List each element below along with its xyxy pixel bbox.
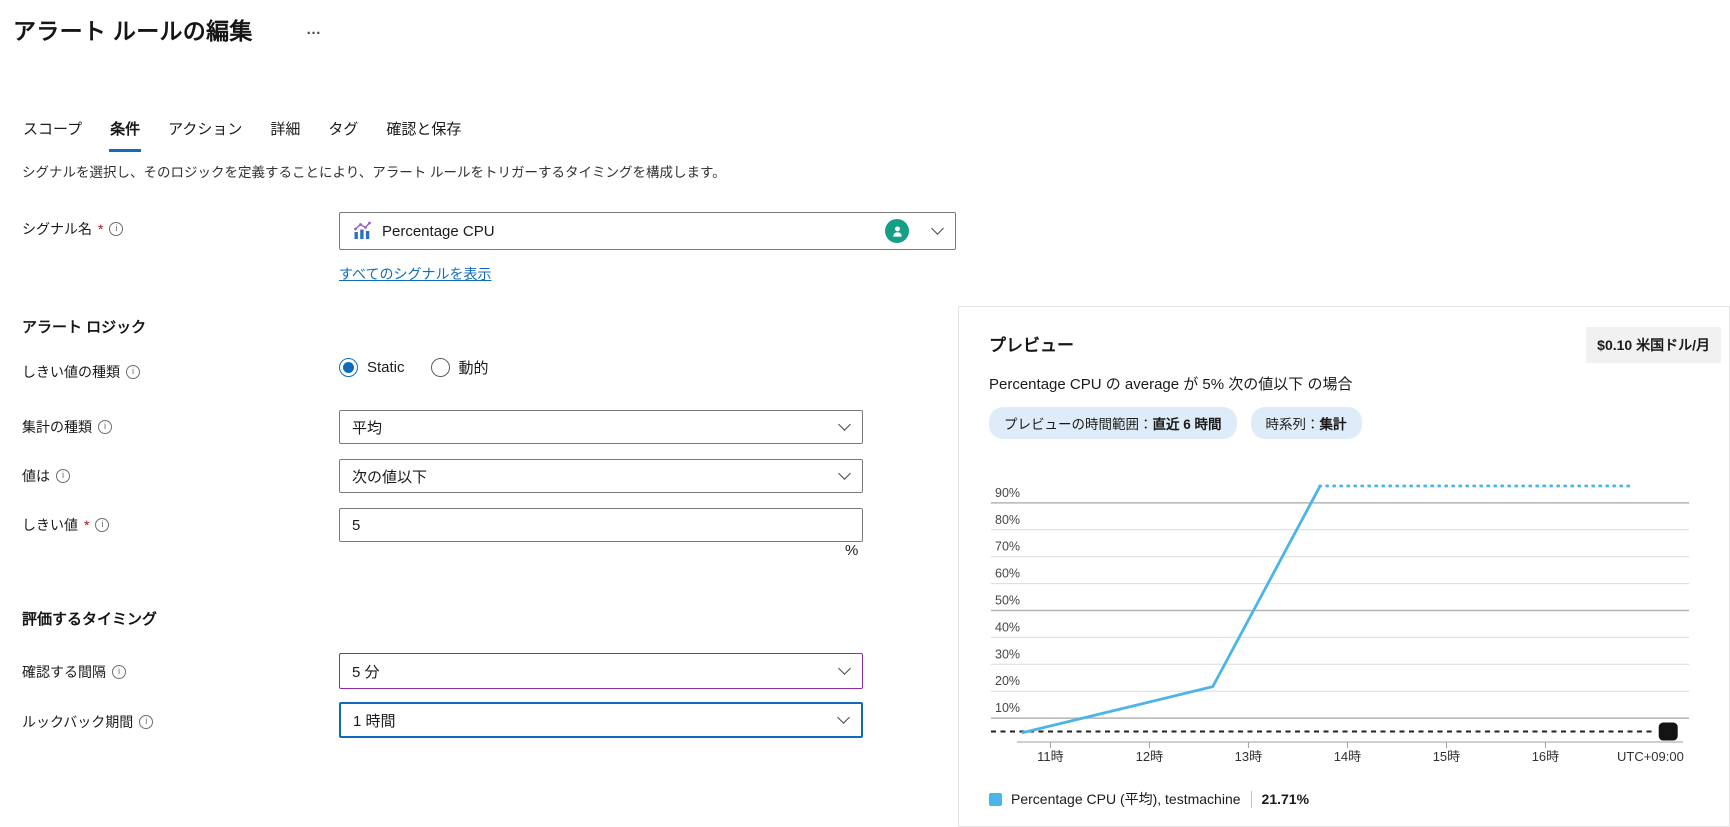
tab-review-create[interactable]: 確認と保存 [385, 114, 462, 152]
price-badge: $0.10 米国ドル/月 [1586, 327, 1721, 363]
operator-dropdown[interactable]: 次の値以下 [339, 459, 863, 493]
threshold-handle[interactable] [1659, 723, 1678, 741]
info-icon[interactable]: i [139, 715, 153, 729]
threshold-value-input[interactable]: 5 [339, 508, 863, 542]
threshold-type-label: しきい値の種類 i [22, 362, 140, 382]
x-axis-tick-label: 14時 [1334, 749, 1361, 764]
legend-current-value: 21.71% [1262, 791, 1309, 807]
y-axis-tick-label: 10% [995, 701, 1020, 715]
chart-legend: Percentage CPU (平均), testmachine 21.71% [989, 789, 1309, 809]
y-axis-tick-label: 40% [995, 620, 1020, 634]
signal-name-dropdown[interactable]: Percentage CPU [339, 212, 956, 250]
pill-prefix: 時系列： [1266, 417, 1320, 432]
signal-name-value: Percentage CPU [382, 223, 495, 240]
y-axis-tick-label: 90% [995, 486, 1020, 500]
info-icon[interactable]: i [95, 518, 109, 532]
radio-unselected-icon [431, 358, 450, 377]
lookback-value: 1 時間 [353, 710, 396, 731]
signal-health-icon [885, 219, 909, 243]
preview-title: プレビュー [989, 331, 1074, 356]
radio-selected-icon [339, 358, 358, 377]
legend-divider [1251, 791, 1252, 808]
aggregation-label-text: 集計の種類 [22, 417, 92, 437]
more-options-button[interactable]: … [306, 21, 321, 38]
y-axis-tick-label: 60% [995, 567, 1020, 581]
aggregation-label: 集計の種類 i [22, 417, 112, 437]
tab-scope[interactable]: スコープ [22, 114, 83, 152]
lookback-dropdown[interactable]: 1 時間 [339, 702, 863, 738]
pill-value: 直近 6 時間 [1153, 417, 1222, 432]
page-title: アラート ルールの編集 [13, 12, 253, 46]
y-axis-tick-label: 80% [995, 513, 1020, 527]
frequency-label: 確認する間隔 i [22, 662, 126, 682]
timezone-label: UTC+09:00 [1617, 749, 1684, 764]
signal-name-label-text: シグナル名 [22, 219, 92, 239]
tab-bar: スコープ 条件 アクション 詳細 タグ 確認と保存 [22, 114, 462, 152]
preview-chart: 10% 20% 30% 40% 50% 60% 70% 80% 90% 11時 12時 13時 14時 1… [961, 449, 1721, 779]
preview-panel: プレビュー $0.10 米国ドル/月 Percentage CPU の aver… [958, 306, 1730, 827]
y-axis-tick-label: 20% [995, 674, 1020, 688]
tab-tags[interactable]: タグ [327, 114, 359, 152]
chevron-down-icon [838, 418, 851, 431]
tab-details[interactable]: 詳細 [269, 114, 301, 152]
operator-label: 値は i [22, 466, 70, 486]
alert-logic-section-title: アラート ロジック [22, 316, 146, 337]
info-icon[interactable]: i [56, 469, 70, 483]
x-axis-tick-label: 13時 [1235, 749, 1262, 764]
time-range-pill: プレビューの時間範囲：直近 6 時間 [989, 407, 1237, 439]
lookback-label: ルックバック期間 i [22, 712, 153, 732]
show-all-signals-link[interactable]: すべてのシグナルを表示 [339, 264, 491, 284]
frequency-value: 5 分 [352, 661, 380, 682]
radio-label: 動的 [459, 357, 489, 378]
radio-option-dynamic[interactable]: 動的 [431, 357, 489, 378]
info-icon[interactable]: i [98, 420, 112, 434]
y-axis-tick-label: 70% [995, 540, 1020, 554]
info-icon[interactable]: i [126, 365, 140, 379]
required-asterisk: * [98, 221, 103, 237]
x-axis-tick-label: 16時 [1532, 749, 1559, 764]
x-axis-tick-label: 15時 [1433, 749, 1460, 764]
legend-series-label: Percentage CPU (平均), testmachine [1011, 789, 1241, 809]
chevron-down-icon [838, 467, 851, 480]
metric-signal-icon [352, 221, 372, 241]
evaluation-section-title: 評価するタイミング [22, 608, 157, 629]
pill-prefix: プレビューの時間範囲： [1004, 417, 1153, 432]
frequency-dropdown[interactable]: 5 分 [339, 653, 863, 689]
tab-condition[interactable]: 条件 [109, 114, 141, 152]
chevron-down-icon [838, 662, 851, 675]
preview-chart-container: 10% 20% 30% 40% 50% 60% 70% 80% 90% 11時 12時 13時 14時 1… [961, 449, 1721, 779]
threshold-label-text: しきい値 [22, 515, 78, 535]
legend-swatch [989, 793, 1002, 806]
operator-label-text: 値は [22, 466, 50, 486]
required-asterisk: * [84, 517, 89, 533]
frequency-label-text: 確認する間隔 [22, 662, 106, 682]
preview-pills: プレビューの時間範囲：直近 6 時間 時系列：集計 [989, 407, 1362, 439]
aggregation-dropdown[interactable]: 平均 [339, 410, 863, 444]
time-series-pill: 時系列：集計 [1251, 407, 1362, 439]
threshold-value-label: しきい値 * i [22, 515, 109, 535]
intro-text: シグナルを選択し、そのロジックを定義することにより、アラート ルールをトリガーす… [22, 161, 726, 181]
y-axis-tick-label: 50% [995, 594, 1020, 608]
x-axis-tick-label: 11時 [1037, 749, 1064, 764]
aggregation-value: 平均 [352, 417, 382, 438]
pill-value: 集計 [1320, 417, 1347, 432]
tab-actions[interactable]: アクション [167, 114, 243, 152]
x-axis-tick-label: 12時 [1136, 749, 1163, 764]
threshold-unit-label: % [845, 542, 858, 559]
threshold-type-radio-group: Static 動的 [339, 357, 489, 378]
chevron-down-icon [931, 222, 944, 235]
radio-option-static[interactable]: Static [339, 358, 405, 377]
chevron-down-icon [837, 711, 850, 724]
condition-summary: Percentage CPU の average が 5% 次の値以下 の場合 [989, 373, 1352, 394]
operator-value: 次の値以下 [352, 466, 427, 487]
threshold-type-label-text: しきい値の種類 [22, 362, 120, 382]
lookback-label-text: ルックバック期間 [22, 712, 133, 732]
threshold-value: 5 [352, 517, 360, 534]
radio-label: Static [367, 359, 405, 376]
info-icon[interactable]: i [112, 665, 126, 679]
info-icon[interactable]: i [109, 222, 123, 236]
signal-name-label: シグナル名 * i [22, 219, 123, 239]
y-axis-tick-label: 30% [995, 647, 1020, 661]
